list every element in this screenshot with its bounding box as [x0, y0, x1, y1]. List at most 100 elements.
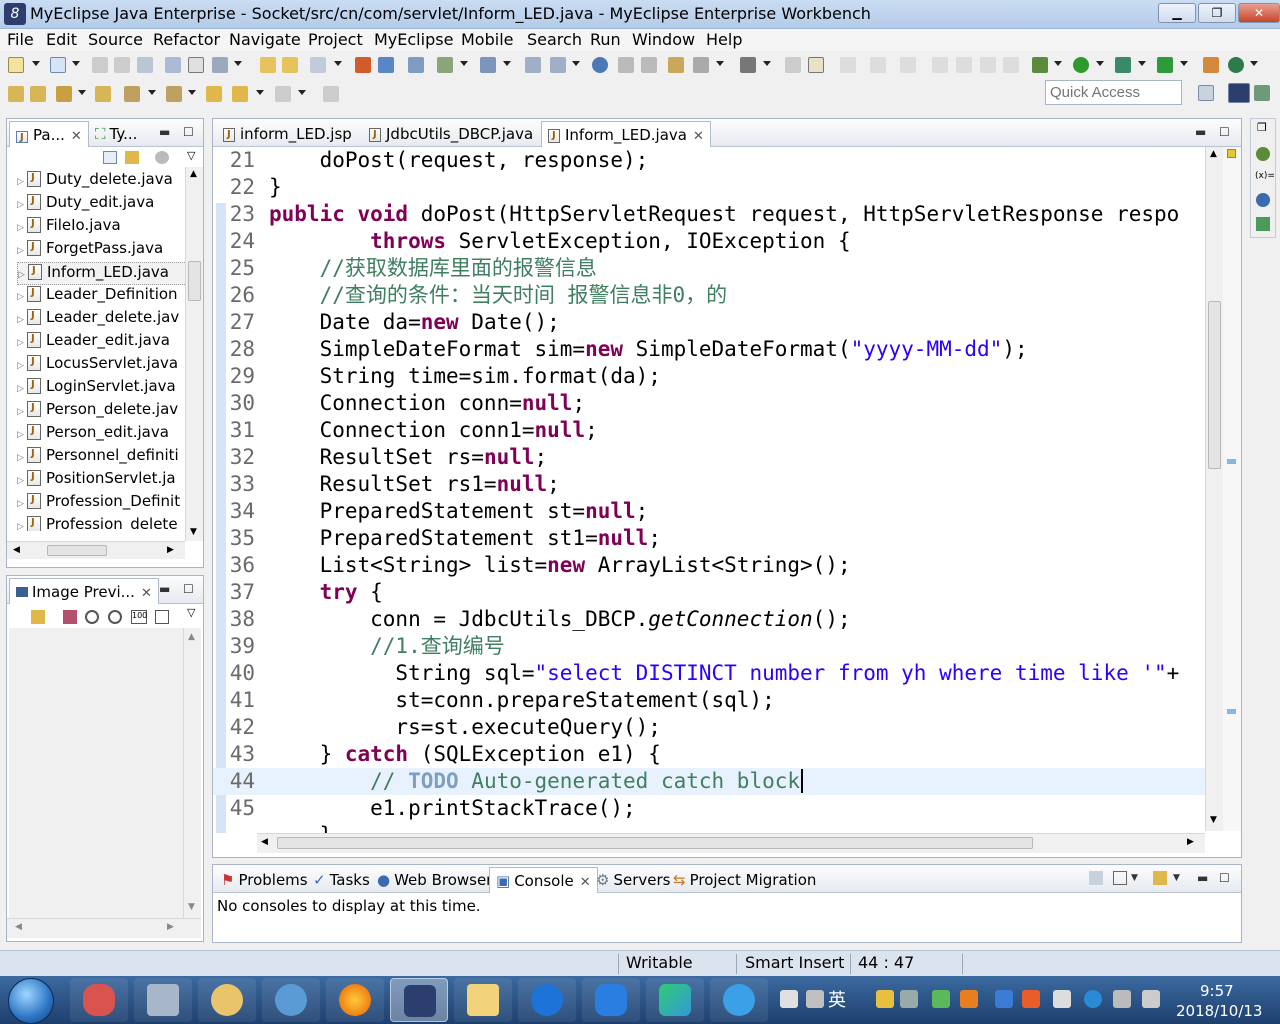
editor-horizontal-scrollbar[interactable]: ◀ ▶	[257, 833, 1205, 853]
menu-window[interactable]: Window	[632, 30, 695, 49]
tab-package-explorer[interactable]: Pa...✕	[9, 121, 89, 147]
new-icon[interactable]	[8, 57, 24, 73]
tree-item[interactable]: ▷LoginServlet.java	[17, 377, 187, 400]
menu-project[interactable]: Project	[308, 30, 363, 49]
taskbar-calculator[interactable]	[134, 978, 192, 1022]
menu-source[interactable]: Source	[88, 30, 143, 49]
maximize-button[interactable]: ❐	[1198, 3, 1236, 23]
step-return-icon[interactable]	[900, 57, 916, 73]
scroll-right-icon[interactable]: ▶	[1187, 837, 1194, 847]
scroll-thumb[interactable]	[1208, 301, 1221, 469]
media-tray-icon[interactable]	[932, 990, 950, 1008]
fit-window-icon[interactable]	[155, 610, 169, 624]
debug-icon[interactable]	[1032, 57, 1048, 73]
chevron-down-icon[interactable]	[1180, 61, 1188, 66]
chevron-down-icon[interactable]	[572, 61, 580, 66]
ime-toolbox-icon[interactable]	[876, 990, 894, 1008]
code-line[interactable]: 26 //查询的条件：当天时间 报警信息非0，的	[213, 282, 1205, 309]
scroll-right-icon[interactable]: ▶	[167, 922, 174, 932]
chevron-down-icon[interactable]	[334, 61, 342, 66]
tree-item-selected[interactable]: ▷Inform_LED.java	[17, 262, 187, 285]
previous-annotation-icon[interactable]	[282, 57, 298, 73]
maximize-icon[interactable]: ☐	[1219, 871, 1230, 885]
suspend-icon[interactable]	[956, 57, 972, 73]
code-line[interactable]: 21 doPost(request, response);	[213, 147, 1205, 174]
open-console-icon[interactable]	[1153, 871, 1167, 885]
menu-edit[interactable]: Edit	[46, 30, 77, 49]
scroll-up-icon[interactable]: ▲	[1210, 149, 1217, 159]
coverage-icon[interactable]	[1115, 57, 1131, 73]
code-line[interactable]: 32 ResultSet rs=null;	[213, 444, 1205, 471]
code-line[interactable]: 28 SimpleDateFormat sim=new SimpleDateFo…	[213, 336, 1205, 363]
chevron-down-icon[interactable]	[234, 61, 242, 66]
code-line[interactable]: 41 st=conn.prepareStatement(sql);	[213, 687, 1205, 714]
step-into-icon[interactable]	[840, 57, 856, 73]
forward-icon[interactable]	[275, 86, 291, 102]
disconnect-icon[interactable]	[1003, 57, 1019, 73]
zoom-in-icon[interactable]	[108, 610, 122, 624]
chevron-down-icon[interactable]	[1096, 61, 1104, 66]
menu-navigate[interactable]: Navigate	[229, 30, 301, 49]
chevron-down-icon[interactable]	[716, 61, 724, 66]
ime-indicator[interactable]: 英	[828, 986, 846, 1012]
chevron-down-icon[interactable]	[1250, 61, 1258, 66]
teamviewer-tray-icon[interactable]	[1084, 990, 1102, 1008]
clock-date[interactable]: 2018/10/13	[1176, 1002, 1262, 1020]
minimize-icon[interactable]: ▬	[159, 125, 170, 139]
resume-icon[interactable]	[932, 57, 948, 73]
next-edit-icon[interactable]	[124, 86, 140, 102]
back-icon[interactable]	[232, 86, 248, 102]
tools-icon[interactable]	[212, 57, 228, 73]
minimize-button[interactable]: ▁	[1158, 3, 1196, 23]
code-line[interactable]: 34 PreparedStatement st=null;	[213, 498, 1205, 525]
scroll-down-icon[interactable]: ▼	[188, 902, 195, 912]
taskbar-internet-explorer[interactable]	[710, 978, 768, 1022]
search-icon[interactable]	[480, 57, 496, 73]
tree-item[interactable]: ▷Leader_edit.java	[17, 331, 187, 354]
taskbar-video-player[interactable]	[646, 978, 704, 1022]
print-icon[interactable]	[137, 57, 153, 73]
tree-item[interactable]: ▷Leader_Definition	[17, 285, 187, 308]
office-tray-icon[interactable]	[1022, 990, 1040, 1008]
format-icon[interactable]	[785, 57, 801, 73]
snippet-icon[interactable]	[668, 57, 684, 73]
preview-horizontal-scrollbar[interactable]: ◀ ▶	[7, 918, 201, 938]
security-tray-icon[interactable]	[995, 990, 1013, 1008]
code-line[interactable]: 40 String sql="select DISTINCT number fr…	[213, 660, 1205, 687]
deploy-icon[interactable]	[310, 57, 326, 73]
globe-icon[interactable]	[592, 57, 608, 73]
minimize-icon[interactable]: ▬	[1197, 871, 1208, 885]
database-icon[interactable]	[378, 57, 394, 73]
tab-inform-led-jsp[interactable]: inform_LED.jsp	[217, 121, 358, 147]
menu-help[interactable]: Help	[706, 30, 742, 49]
refresh-icon[interactable]	[641, 57, 657, 73]
code-line[interactable]: 27 Date da=new Date();	[213, 309, 1205, 336]
server-icon[interactable]	[355, 57, 371, 73]
preview-vertical-scrollbar[interactable]: ▲ ▼	[183, 628, 201, 918]
chevron-down-icon[interactable]	[148, 90, 156, 95]
next-annotation-icon[interactable]	[260, 57, 276, 73]
minimize-icon[interactable]: ▬	[159, 582, 170, 596]
web-icon[interactable]	[437, 57, 453, 73]
camera-icon[interactable]	[740, 57, 756, 73]
code-line[interactable]: 38 conn = JdbcUtils_DBCP.getConnection()…	[213, 606, 1205, 633]
actual-size-icon[interactable]: 100	[131, 610, 147, 624]
team-icon[interactable]	[525, 57, 541, 73]
code-line[interactable]: 29 String time=sim.format(da);	[213, 363, 1205, 390]
clock-time[interactable]: 9:57	[1200, 982, 1234, 1000]
code-line[interactable]: 24 throws ServletException, IOException …	[213, 228, 1205, 255]
ime-keyboard-icon[interactable]	[780, 990, 798, 1008]
close-icon[interactable]: ✕	[693, 129, 704, 144]
previous-edit-icon[interactable]	[166, 86, 182, 102]
code-line[interactable]: 25 //获取数据库里面的报警信息	[213, 255, 1205, 282]
chevron-down-icon[interactable]	[188, 90, 196, 95]
taskbar-feiq[interactable]	[518, 978, 576, 1022]
terminate-icon[interactable]	[980, 57, 996, 73]
chevron-down-icon[interactable]	[298, 90, 306, 95]
maximize-icon[interactable]: ☐	[1219, 125, 1230, 139]
open-console-icon[interactable]	[165, 57, 181, 73]
taskbar-explorer[interactable]	[454, 978, 512, 1022]
warning-marker-icon[interactable]	[1227, 149, 1236, 158]
tab-tasks[interactable]: ✓ Tasks	[307, 867, 376, 893]
code-line[interactable]: 33 ResultSet rs1=null;	[213, 471, 1205, 498]
